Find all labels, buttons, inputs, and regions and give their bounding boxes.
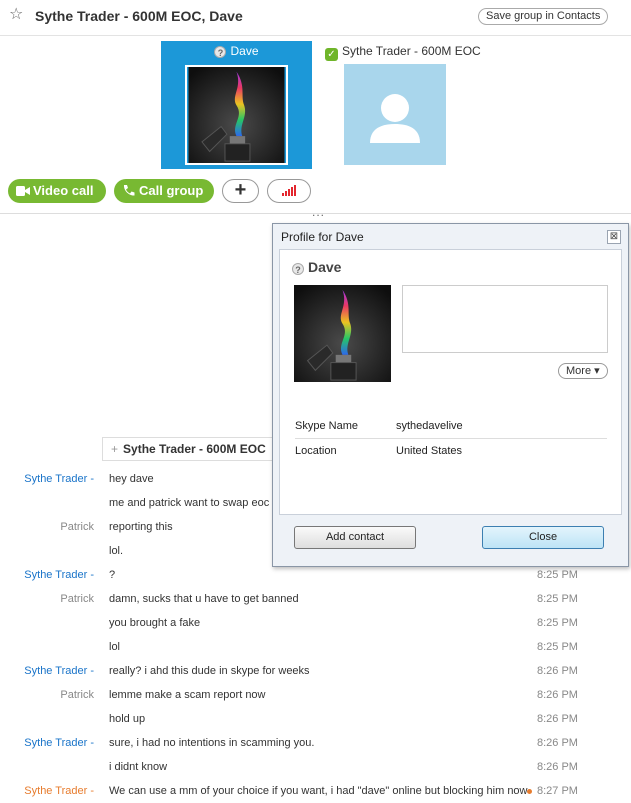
mood-message-box: [402, 285, 608, 353]
profile-dialog: Profile for Dave ⊠ ? Dave More ▾ Skype N…: [272, 223, 629, 567]
group-name-label[interactable]: + Sythe Trader - 600M EOC: [102, 437, 282, 461]
phone-icon: [123, 185, 135, 196]
message-sender[interactable]: Sythe Trader -: [24, 731, 94, 755]
message-time: 8:25 PM: [537, 641, 578, 653]
field-label: Skype Name: [295, 420, 358, 432]
save-group-button[interactable]: Save group in Contacts: [478, 8, 609, 25]
more-dropdown-button[interactable]: More ▾: [558, 363, 608, 379]
chat-message: you brought a fake 8:25 PM: [0, 611, 631, 635]
message-time: 8:26 PM: [537, 737, 578, 749]
message-text: We can use a mm of your choice if you wa…: [109, 785, 528, 797]
message-sender[interactable]: Patrick: [60, 683, 94, 707]
conversation-header: ☆ Sythe Trader - 600M EOC, Dave Save gro…: [0, 0, 631, 36]
message-sender[interactable]: Patrick: [60, 515, 94, 539]
message-time: 8:25 PM: [537, 593, 578, 605]
chat-message: Sythe Trader - We can use a mm of your c…: [0, 779, 631, 803]
message-time: 8:27 PM: [537, 785, 578, 797]
message-text: really? i ahd this dude in skype for wee…: [109, 665, 310, 677]
lighter-flame-avatar-icon: [188, 67, 285, 163]
chat-message: lol 8:25 PM: [0, 635, 631, 659]
chat-message: Sythe Trader - really? i ahd this dude i…: [0, 659, 631, 683]
unknown-status-icon: ?: [214, 46, 227, 58]
message-text: damn, sucks that u have to get banned: [109, 593, 299, 605]
message-text: you brought a fake: [109, 617, 201, 629]
message-time: 8:26 PM: [537, 713, 578, 725]
participant-name-sythe: ✓ Sythe Trader - 600M EOC: [325, 44, 481, 61]
star-icon[interactable]: ☆: [9, 7, 23, 23]
message-text: lol.: [109, 545, 124, 557]
chat-message: i didnt know 8:26 PM: [0, 755, 631, 779]
chat-message: Patrick damn, sucks that u have to get b…: [0, 587, 631, 611]
conversation-title: Sythe Trader - 600M EOC, Dave: [35, 8, 243, 24]
lighter-flame-avatar-icon: [294, 285, 391, 382]
message-sender[interactable]: Sythe Trader -: [24, 467, 94, 491]
message-time: 8:26 PM: [537, 665, 578, 677]
placeholder-avatar[interactable]: [344, 64, 446, 165]
participant-name-dave: ? Dave: [161, 44, 312, 58]
message-time: 8:26 PM: [537, 689, 578, 701]
message-text: ?: [109, 569, 116, 581]
message-sender[interactable]: Sythe Trader -: [24, 659, 94, 683]
message-time: 8:26 PM: [537, 761, 578, 773]
message-sender[interactable]: Sythe Trader -: [24, 779, 94, 803]
plus-icon: +: [234, 179, 247, 201]
signal-bars-icon: [282, 185, 296, 196]
message-text: lol: [109, 641, 121, 653]
call-group-button[interactable]: Call group: [114, 179, 214, 203]
message-text: lemme make a scam report now: [109, 689, 266, 701]
message-text: hold up: [109, 713, 146, 725]
add-contact-button[interactable]: Add contact: [294, 526, 416, 549]
expand-plus-icon: +: [111, 442, 119, 456]
video-camera-icon: [16, 186, 30, 196]
more-options-dots[interactable]: ...: [312, 205, 325, 219]
dialog-title: Profile for Dave: [281, 230, 364, 244]
message-text: me and patrick want to swap eoc: [109, 497, 270, 509]
close-button[interactable]: Close: [482, 526, 604, 549]
verified-contact-icon: ✓: [325, 48, 338, 61]
call-quality-button[interactable]: [267, 179, 311, 203]
message-sender[interactable]: Sythe Trader -: [24, 563, 94, 587]
message-text: reporting this: [109, 521, 173, 533]
avatar: [185, 65, 288, 165]
message-text: sure, i had no intentions in scamming yo…: [109, 737, 315, 749]
field-value: United States: [396, 445, 463, 457]
chat-message: Sythe Trader - sure, i had no intentions…: [0, 731, 631, 755]
profile-field-skype-name: Skype Name sythedavelive: [295, 414, 607, 439]
unknown-status-icon: ?: [292, 263, 304, 275]
add-participants-button[interactable]: +: [222, 179, 259, 203]
profile-field-location: Location United States: [295, 439, 607, 464]
profile-avatar: [294, 285, 391, 382]
video-call-button[interactable]: Video call: [8, 179, 106, 203]
profile-panel: ? Dave More ▾ Skype Name sythedavelive L…: [279, 249, 622, 515]
participant-tile-dave[interactable]: ? Dave: [161, 41, 312, 169]
close-icon[interactable]: ⊠: [607, 230, 621, 244]
unread-dot-icon: [527, 789, 532, 794]
chat-message: hold up 8:26 PM: [0, 707, 631, 731]
message-sender[interactable]: Patrick: [60, 587, 94, 611]
field-label: Location: [295, 445, 337, 457]
chat-message: Patrick lemme make a scam report now 8:2…: [0, 683, 631, 707]
message-time: 8:25 PM: [537, 617, 578, 629]
profile-name: ? Dave: [292, 259, 341, 275]
field-value: sythedavelive: [396, 420, 463, 432]
person-silhouette-icon: [370, 94, 420, 143]
message-text: i didnt know: [109, 761, 168, 773]
message-text: hey dave: [109, 473, 154, 485]
